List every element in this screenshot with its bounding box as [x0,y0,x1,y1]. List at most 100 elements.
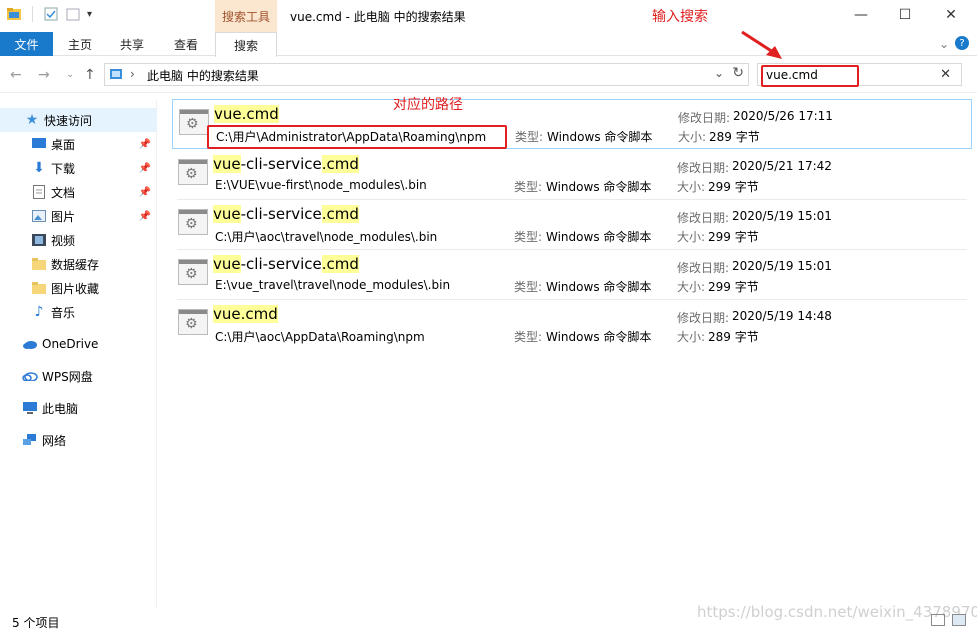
back-icon[interactable]: ← [10,67,22,83]
modified-date: 2020/5/19 15:01 [732,209,832,223]
sidebar-item-label: 文档 [51,185,76,200]
address-bar[interactable]: › 此电脑 中的搜索结果 ⌄ ↻ [104,63,749,86]
ribbon-tabs: 文件 主页 共享 查看 搜索 ⌄ ? [0,32,977,57]
result-row[interactable]: ⚙ vue-cli-service.cmd C:\用户\aoc\travel\n… [172,200,972,250]
file-name[interactable]: vue.cmd [214,105,279,123]
window-title: vue.cmd - 此电脑 中的搜索结果 [290,10,466,24]
sidebar-item-network[interactable]: 网络 [0,428,157,452]
size-label: 大小: [677,180,706,194]
size-label: 大小: [678,130,707,144]
file-type: Windows 命令脚本 [546,280,652,294]
address-dropdown-icon[interactable]: ⌄ [714,66,724,80]
pin-icon[interactable]: 📌 [139,163,151,174]
sidebar-item-desktop[interactable]: 桌面 📌 [0,132,157,156]
close-button[interactable]: ✕ [928,0,974,30]
breadcrumb-separator: › [130,67,135,81]
wps-cloud-icon [22,368,38,384]
result-row[interactable]: ⚙ vue-cli-service.cmd E:\VUE\vue-first\n… [172,150,972,200]
pin-icon[interactable]: 📌 [139,187,151,198]
file-path: E:\VUE\vue-first\node_modules\.bin [215,178,427,192]
sidebar-item-documents[interactable]: 文档 📌 [0,180,157,204]
navigation-pane: ★ 快速访问 桌面 📌 ⬇ 下载 📌 文档 📌 图片 📌 视频 数据缓存 图片收… [0,100,157,608]
sidebar-item-label: OneDrive [42,337,99,351]
file-size: 299 字节 [708,280,759,294]
modified-date: 2020/5/19 15:01 [732,259,832,273]
file-name[interactable]: vue.cmd [213,305,278,323]
recent-locations-icon[interactable]: ⌄ [66,69,74,80]
details-view-icon[interactable] [931,614,945,626]
type-label: 类型: [514,180,543,194]
sidebar-item-picture-collection[interactable]: 图片收藏 [0,276,157,300]
pin-icon[interactable]: 📌 [139,211,151,222]
tab-home[interactable]: 主页 [56,32,104,56]
file-size: 299 字节 [708,230,759,244]
tiles-view-icon[interactable] [952,614,966,626]
sidebar-item-wps-cloud[interactable]: WPS网盘 [0,364,157,388]
file-size: 299 字节 [708,180,759,194]
minimize-button[interactable]: — [838,0,884,30]
expand-ribbon-icon[interactable]: ⌄ [939,37,949,51]
tab-view[interactable]: 查看 [162,32,210,56]
breadcrumb[interactable]: 此电脑 中的搜索结果 [147,67,259,84]
cloud-icon [22,336,38,352]
refresh-icon[interactable]: ↻ [732,65,744,81]
modified-label: 修改日期: [677,211,730,225]
cmd-file-icon: ⚙ [178,159,208,185]
help-icon[interactable]: ? [955,36,969,50]
file-path: E:\vue_travel\travel\node_modules\.bin [215,278,451,292]
picture-icon [31,208,47,224]
file-size: 289 字节 [709,130,760,144]
modified-date: 2020/5/21 17:42 [732,159,832,173]
maximize-button[interactable]: ☐ [882,0,928,30]
file-path: C:\用户\aoc\AppData\Roaming\npm [215,330,425,344]
sidebar-item-label: 数据缓存 [51,257,100,272]
title-bar: ▾ 搜索工具 vue.cmd - 此电脑 中的搜索结果 — ☐ ✕ [0,0,977,32]
customize-toolbar-icon[interactable]: ▾ [87,9,92,20]
sidebar-item-data-cache[interactable]: 数据缓存 [0,252,157,276]
annotation-arrow-icon [741,30,782,59]
file-type: Windows 命令脚本 [546,180,652,194]
path-annotation: 对应的路径 [393,97,463,113]
pin-icon[interactable]: 📌 [139,139,151,150]
tab-search[interactable]: 搜索 [215,32,277,57]
forward-icon[interactable]: → [38,67,50,83]
clear-search-icon[interactable]: ✕ [940,67,951,82]
sidebar-item-label: 图片 [51,209,76,224]
file-name[interactable]: vue-cli-service.cmd [213,155,359,173]
video-icon [31,232,47,248]
tab-file[interactable]: 文件 [0,32,53,56]
sidebar-item-label: 图片收藏 [51,281,100,296]
folder-icon [31,280,47,296]
sidebar-item-quick-access[interactable]: ★ 快速访问 [0,108,157,132]
sidebar-item-downloads[interactable]: ⬇ 下载 📌 [0,156,157,180]
sidebar-item-pictures[interactable]: 图片 📌 [0,204,157,228]
properties-icon[interactable] [43,6,59,22]
tab-share[interactable]: 共享 [108,32,156,56]
sidebar-item-music[interactable]: ♪ 音乐 [0,300,157,324]
sidebar-item-onedrive[interactable]: OneDrive [0,332,157,356]
modified-label: 修改日期: [677,261,730,275]
type-label: 类型: [515,130,544,144]
sidebar-item-this-pc[interactable]: 此电脑 [0,396,157,420]
file-type: Windows 命令脚本 [546,330,652,344]
result-row[interactable]: ⚙ vue.cmd C:\用户\aoc\AppData\Roaming\npm … [172,300,972,350]
maximize-icon: ☐ [898,7,912,23]
sidebar-item-videos[interactable]: 视频 [0,228,157,252]
new-folder-icon[interactable] [65,6,81,22]
file-type: Windows 命令脚本 [547,130,653,144]
item-count: 5 个项目 [12,616,60,630]
file-name[interactable]: vue-cli-service.cmd [213,255,359,273]
sidebar-item-label: 视频 [51,233,76,248]
modified-label: 修改日期: [677,311,730,325]
search-results-icon [110,69,122,79]
file-name[interactable]: vue-cli-service.cmd [213,205,359,223]
minimize-icon: — [854,7,868,23]
desktop-icon [31,136,47,152]
result-row[interactable]: ⚙ vue-cli-service.cmd E:\vue_travel\trav… [172,250,972,300]
file-path: C:\用户\aoc\travel\node_modules\.bin [215,230,438,244]
toolbar-divider [32,6,33,22]
type-label: 类型: [514,330,543,344]
up-icon[interactable]: ↑ [84,67,96,83]
file-type: Windows 命令脚本 [546,230,652,244]
explorer-icon[interactable] [6,6,22,22]
